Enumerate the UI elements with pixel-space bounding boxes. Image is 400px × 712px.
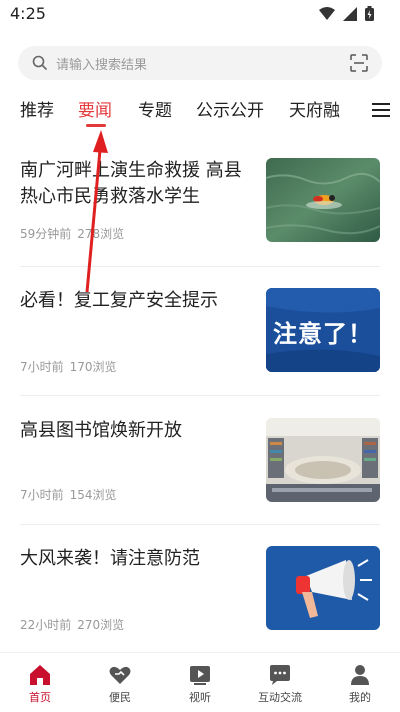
wifi-icon [319, 6, 335, 20]
tab-headlines[interactable]: 要闻 [78, 96, 112, 121]
divider [20, 524, 380, 525]
nav-label: 互动交流 [258, 691, 302, 704]
news-meta: 22小时前 270浏览 [20, 616, 124, 633]
video-play-icon [190, 666, 210, 685]
search-bar[interactable]: 请输入搜索结果 [18, 46, 382, 80]
news-meta: 59分钟前 278浏览 [20, 225, 124, 242]
news-meta: 7小时前 170浏览 [20, 358, 117, 375]
nav-interaction[interactable]: 互动交流 [240, 653, 320, 712]
status-icons [319, 6, 374, 21]
tab-topics[interactable]: 专题 [138, 96, 172, 121]
river-rescue-thumbnail[interactable] [266, 158, 380, 242]
news-item[interactable]: 必看！复工复产安全提示 7小时前 170浏览 注意了！ [0, 288, 400, 396]
search-icon [32, 55, 47, 70]
news-title[interactable]: 大风来袭！请注意防范 [20, 546, 250, 572]
news-views: 170浏览 [69, 360, 117, 374]
heart-hand-icon [109, 666, 131, 684]
notice-thumbnail-text: 注意了！ [273, 320, 373, 348]
nav-home[interactable]: 首页 [0, 653, 80, 712]
news-title[interactable]: 高县图书馆焕新开放 [20, 418, 250, 444]
nav-label: 首页 [29, 691, 51, 704]
news-time: 7小时前 [20, 360, 64, 374]
person-icon [351, 665, 369, 685]
nav-media[interactable]: 视听 [160, 653, 240, 712]
nav-label: 我的 [349, 691, 371, 704]
status-time: 4:25 [10, 4, 46, 23]
library-thumbnail[interactable] [266, 418, 380, 502]
news-time: 59分钟前 [20, 227, 72, 241]
tab-tianfu[interactable]: 天府融 [289, 96, 340, 121]
chat-bubble-icon [270, 665, 290, 685]
menu-icon[interactable] [372, 102, 390, 118]
search-input[interactable]: 请输入搜索结果 [56, 54, 147, 73]
megaphone-thumbnail[interactable] [266, 546, 380, 630]
tab-recommend[interactable]: 推荐 [20, 96, 54, 121]
bottom-navigation: 首页 便民 视听 互动交流 我的 [0, 652, 400, 712]
scan-icon[interactable] [350, 54, 368, 72]
news-time: 22小时前 [20, 618, 72, 632]
news-item[interactable]: 高县图书馆焕新开放 7小时前 154浏览 [0, 418, 400, 526]
status-bar: 4:25 [0, 0, 400, 30]
news-views: 278浏览 [77, 227, 125, 241]
news-title[interactable]: 必看！复工复产安全提示 [20, 288, 250, 314]
news-time: 7小时前 [20, 488, 64, 502]
nav-label: 视听 [189, 691, 211, 704]
news-item[interactable]: 大风来袭！请注意防范 22小时前 270浏览 [0, 546, 400, 654]
news-views: 154浏览 [69, 488, 117, 502]
news-views: 270浏览 [77, 618, 125, 632]
divider [20, 395, 380, 396]
news-meta: 7小时前 154浏览 [20, 486, 117, 503]
battery-icon [365, 6, 374, 21]
signal-icon [343, 6, 357, 21]
nav-label: 便民 [109, 691, 131, 704]
nav-profile[interactable]: 我的 [320, 653, 400, 712]
news-item[interactable]: 南广河畔上演生命救援 高县热心市民勇救落水学生 59分钟前 278浏览 [0, 158, 400, 266]
news-title[interactable]: 南广河畔上演生命救援 高县热心市民勇救落水学生 [20, 158, 250, 210]
tab-public-notice[interactable]: 公示公开 [196, 96, 264, 121]
nav-convenience[interactable]: 便民 [80, 653, 160, 712]
divider [20, 266, 380, 267]
active-tab-indicator [86, 124, 106, 127]
channel-tabs: 推荐 要闻 专题 公示公开 天府融 [0, 92, 400, 128]
notice-thumbnail[interactable]: 注意了！ [266, 288, 380, 372]
home-icon [30, 665, 50, 685]
